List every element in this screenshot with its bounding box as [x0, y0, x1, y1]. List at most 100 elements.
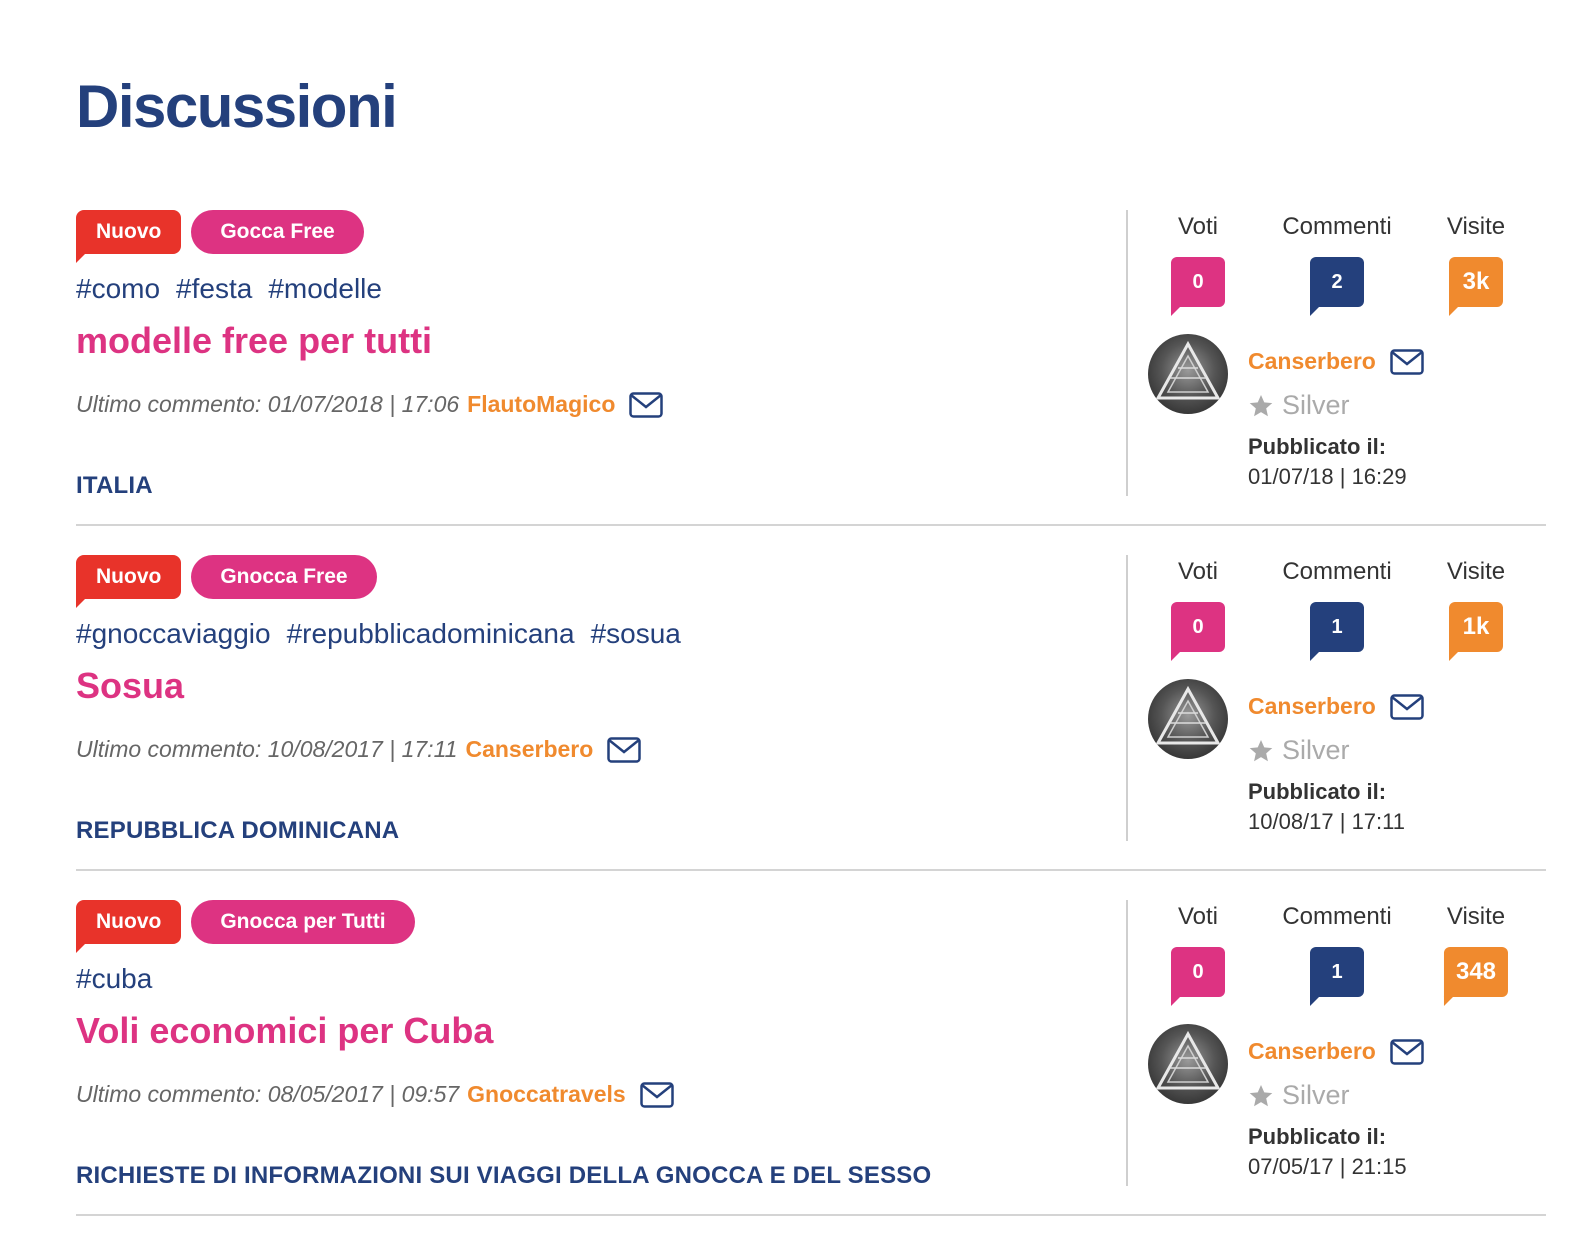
- last-comment-user-link[interactable]: Gnoccatravels: [467, 1081, 626, 1108]
- last-comment-user-link[interactable]: FlautoMagico: [467, 391, 615, 418]
- comments-label: Commenti: [1282, 558, 1392, 585]
- author-name-link[interactable]: Canserbero: [1248, 1038, 1376, 1065]
- votes-count: 0: [1171, 257, 1225, 316]
- tag-link[interactable]: #como: [76, 273, 160, 305]
- votes-label: Voti: [1177, 213, 1219, 240]
- visits-count: 1k: [1449, 602, 1503, 661]
- visits-label: Visite: [1446, 213, 1506, 240]
- last-comment-time: | 09:57: [389, 1081, 460, 1107]
- visits-label: Visite: [1446, 903, 1506, 930]
- stats-labels: Voti Commenti Visite: [1128, 903, 1548, 933]
- comments-label: Commenti: [1282, 213, 1392, 240]
- published-date: 01/07/18 | 16:29: [1248, 464, 1407, 489]
- last-comment-label: Ultimo commento:: [76, 736, 262, 762]
- thread-title-link[interactable]: modelle free per tutti: [76, 320, 432, 362]
- envelope-icon[interactable]: [1390, 1038, 1424, 1065]
- thread-item: Nuovo Gnocca Free #gnoccaviaggio #repubbl…: [76, 555, 1546, 871]
- author-name-link[interactable]: Canserbero: [1248, 348, 1376, 375]
- votes-count: 0: [1171, 947, 1225, 1006]
- last-comment-label: Ultimo commento:: [76, 391, 262, 417]
- published-label: Pubblicato il:: [1248, 1124, 1387, 1149]
- new-badge[interactable]: Nuovo: [76, 900, 182, 953]
- thread-main: Nuovo Gocca Free #como #festa #modelle mod…: [76, 210, 1116, 510]
- last-comment: Ultimo commento: 08/05/2017 | 09:57 Gnoc…: [76, 1081, 674, 1108]
- last-comment-date: 08/05/2017: [267, 1081, 383, 1107]
- tag-link[interactable]: #festa: [176, 273, 252, 305]
- author-rank: Silver: [1248, 390, 1350, 421]
- envelope-icon[interactable]: [629, 391, 664, 418]
- comments-count: 2: [1310, 257, 1364, 316]
- category-badge[interactable]: Gocca Free: [191, 210, 364, 254]
- author: Canserbero: [1248, 348, 1424, 375]
- thread-title-link[interactable]: Sosua: [76, 665, 184, 707]
- last-comment: Ultimo commento: 10/08/2017 | 17:11 Cans…: [76, 736, 642, 763]
- rank-label: Silver: [1282, 1080, 1350, 1110]
- avatar[interactable]: [1148, 334, 1228, 414]
- envelope-icon[interactable]: [607, 736, 642, 763]
- comments-count: 1: [1310, 947, 1364, 1006]
- votes-label: Voti: [1177, 903, 1219, 930]
- star-icon: [1248, 738, 1274, 764]
- star-icon: [1248, 1083, 1274, 1109]
- avatar[interactable]: [1148, 1024, 1228, 1104]
- avatar[interactable]: [1148, 679, 1228, 759]
- rank-label: Silver: [1282, 390, 1350, 420]
- star-icon: [1248, 393, 1274, 419]
- new-badge[interactable]: Nuovo: [76, 210, 182, 263]
- last-comment-label: Ultimo commento:: [76, 1081, 262, 1107]
- author: Canserbero: [1248, 1038, 1424, 1065]
- visits-count: 348: [1443, 947, 1509, 1006]
- tag-link[interactable]: #gnoccaviaggio: [76, 618, 271, 650]
- category-badge[interactable]: Gnocca Free: [191, 555, 377, 599]
- stats-labels: Voti Commenti Visite: [1128, 213, 1548, 243]
- section-link[interactable]: REPUBBLICA DOMINICANA: [76, 817, 399, 845]
- votes-count: 0: [1171, 602, 1225, 661]
- thread-badges: Nuovo Gnocca per Tutti: [76, 900, 415, 953]
- thread-meta: Voti Commenti Visite 0 1 348 Canserbero: [1126, 900, 1546, 1186]
- tag-list: #como #festa #modelle: [76, 273, 382, 305]
- published-date: 07/05/17 | 21:15: [1248, 1154, 1407, 1179]
- author-rank: Silver: [1248, 735, 1350, 766]
- last-comment-time: | 17:11: [389, 736, 458, 762]
- tag-list: #gnoccaviaggio #repubblicadominicana #sosu…: [76, 618, 681, 650]
- last-comment-date: 01/07/2018: [267, 391, 383, 417]
- thread-meta: Voti Commenti Visite 0 2 3k Canserbero S…: [1126, 210, 1546, 496]
- published-label: Pubblicato il:: [1248, 779, 1387, 804]
- tag-list: #cuba: [76, 963, 152, 995]
- last-comment-time: | 17:06: [389, 391, 460, 417]
- last-comment-user-link[interactable]: Canserbero: [465, 736, 593, 763]
- page-title: Discussioni: [76, 73, 398, 140]
- stats-values: 0 2 3k: [1128, 257, 1548, 317]
- visits-count: 3k: [1449, 257, 1503, 316]
- thread-item: Nuovo Gnocca per Tutti #cuba Voli econom…: [76, 900, 1546, 1216]
- author: Canserbero: [1248, 693, 1424, 720]
- tag-link[interactable]: #repubblicadominicana: [287, 618, 575, 650]
- section-link[interactable]: ITALIA: [76, 472, 153, 500]
- new-badge[interactable]: Nuovo: [76, 555, 182, 608]
- published-date: 10/08/17 | 17:11: [1248, 809, 1405, 834]
- category-badge[interactable]: Gnocca per Tutti: [191, 900, 415, 944]
- thread-main: Nuovo Gnocca per Tutti #cuba Voli econom…: [76, 900, 1116, 1200]
- tag-link[interactable]: #modelle: [268, 273, 382, 305]
- last-comment: Ultimo commento: 01/07/2018 | 17:06 Flau…: [76, 391, 664, 418]
- stats-values: 0 1 1k: [1128, 602, 1548, 662]
- thread-main: Nuovo Gnocca Free #gnoccaviaggio #repubbl…: [76, 555, 1116, 855]
- tag-link[interactable]: #cuba: [76, 963, 152, 995]
- comments-count: 1: [1310, 602, 1364, 661]
- tag-link[interactable]: #sosua: [591, 618, 681, 650]
- thread-item: Nuovo Gocca Free #como #festa #modelle mod…: [76, 210, 1546, 526]
- thread-title-link[interactable]: Voli economici per Cuba: [76, 1010, 493, 1052]
- visits-label: Visite: [1446, 558, 1506, 585]
- envelope-icon[interactable]: [639, 1081, 674, 1108]
- author-name-link[interactable]: Canserbero: [1248, 693, 1376, 720]
- section-link[interactable]: RICHIESTE DI INFORMAZIONI SUI VIAGGI DEL…: [76, 1162, 931, 1190]
- thread-badges: Nuovo Gocca Free: [76, 210, 364, 263]
- thread-badges: Nuovo Gnocca Free: [76, 555, 377, 608]
- envelope-icon[interactable]: [1390, 348, 1424, 375]
- envelope-icon[interactable]: [1390, 693, 1424, 720]
- published-label: Pubblicato il:: [1248, 434, 1387, 459]
- stats-labels: Voti Commenti Visite: [1128, 558, 1548, 588]
- last-comment-date: 10/08/2017: [267, 736, 383, 762]
- votes-label: Voti: [1177, 558, 1219, 585]
- comments-label: Commenti: [1282, 903, 1392, 930]
